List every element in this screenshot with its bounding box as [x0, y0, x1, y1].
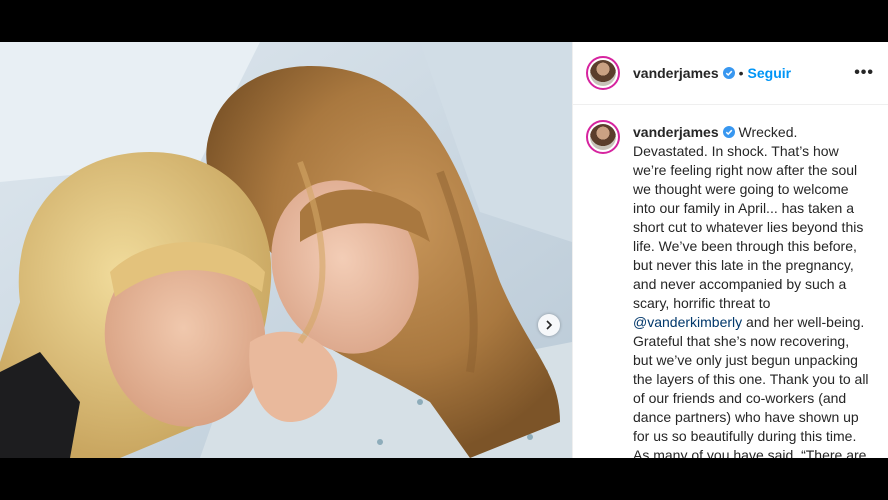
verified-badge-icon	[722, 67, 735, 79]
post-modal: vanderjames • Seguir ••• vanderjames Wre…	[0, 42, 888, 458]
avatar-image	[590, 124, 616, 150]
caption-username-link[interactable]: vanderjames	[633, 124, 719, 140]
caption-body-end: and her well-being. Grateful that she’s …	[633, 314, 869, 458]
caption-body-start: Wrecked. Devastated. In shock. That’s ho…	[633, 124, 864, 311]
avatar[interactable]	[586, 56, 620, 90]
post-sidebar: vanderjames • Seguir ••• vanderjames Wre…	[572, 42, 888, 458]
separator-dot: •	[738, 65, 744, 81]
username-link[interactable]: vanderjames	[633, 65, 719, 81]
follow-button[interactable]: Seguir	[748, 65, 792, 81]
chevron-right-icon	[546, 320, 553, 330]
post-header: vanderjames • Seguir •••	[573, 42, 888, 105]
avatar-image	[590, 60, 616, 86]
caption-avatar[interactable]	[586, 120, 620, 154]
more-options-icon[interactable]: •••	[854, 64, 874, 82]
caption-text: vanderjames Wrecked. Devastated. In shoc…	[633, 123, 872, 458]
caption-row: vanderjames Wrecked. Devastated. In shoc…	[573, 105, 888, 458]
post-photo[interactable]	[0, 42, 572, 458]
next-photo-button[interactable]	[538, 314, 560, 336]
verified-badge-icon	[722, 126, 735, 138]
photo-illustration	[0, 42, 572, 458]
mention-link[interactable]: @vanderkimberly	[633, 314, 742, 330]
